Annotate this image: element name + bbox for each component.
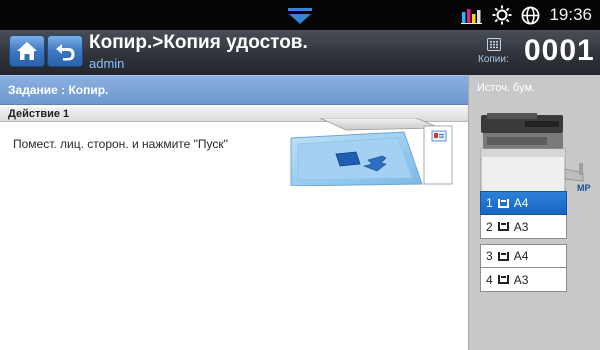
tray-paper-size: A3 bbox=[513, 219, 529, 234]
tray-number: 4 bbox=[486, 272, 493, 287]
paper-source-panel: Источ. бум. MP 1 A4 2 A3 3 A4 4 A3 bbox=[468, 75, 600, 350]
brightness-icon bbox=[492, 5, 512, 25]
copies-label: Копии: bbox=[478, 54, 509, 65]
status-icons: 19:36 bbox=[461, 0, 592, 30]
home-button[interactable] bbox=[9, 35, 45, 67]
tray-option-3[interactable]: 3 A4 bbox=[480, 244, 567, 268]
user-name: admin bbox=[89, 56, 125, 71]
home-icon bbox=[17, 42, 37, 60]
paper-tray-icon bbox=[497, 198, 509, 208]
tray-number: 1 bbox=[486, 196, 493, 210]
tray-paper-size: A3 bbox=[513, 272, 529, 287]
paper-tray-icon bbox=[497, 251, 509, 261]
paper-tray-icon bbox=[497, 222, 509, 231]
tray-list: 1 A4 2 A3 3 A4 4 A3 bbox=[480, 191, 567, 292]
clock: 19:36 bbox=[549, 5, 592, 24]
back-button[interactable] bbox=[47, 35, 83, 67]
mp-tray-label[interactable]: MP bbox=[577, 183, 591, 193]
status-bar: 19:36 bbox=[0, 0, 600, 30]
keypad-icon[interactable] bbox=[487, 38, 501, 51]
tray-option-2[interactable]: 2 A3 bbox=[480, 215, 567, 239]
tray-paper-size: A4 bbox=[513, 196, 529, 210]
back-arrow-icon bbox=[56, 44, 75, 61]
pull-down-handle-icon[interactable] bbox=[287, 7, 313, 25]
copies-count[interactable]: 0001 bbox=[524, 34, 595, 68]
toner-levels-icon bbox=[461, 9, 483, 24]
scanner-glass-illustration bbox=[290, 118, 453, 186]
tray-number: 3 bbox=[486, 249, 493, 263]
paper-source-label: Источ. бум. bbox=[477, 82, 536, 94]
globe-icon bbox=[522, 6, 540, 24]
tray-number: 2 bbox=[486, 219, 493, 234]
instruction-text: Помест. лиц. сторон. и нажмите "Пуск" bbox=[13, 137, 228, 151]
tray-option-1[interactable]: 1 A4 bbox=[480, 191, 567, 215]
tray-paper-size: A4 bbox=[513, 249, 529, 263]
paper-tray-icon bbox=[497, 275, 509, 284]
tray-option-4[interactable]: 4 A3 bbox=[480, 268, 567, 292]
title-bar: Копир.>Копия удостов. admin Копии: 0001 bbox=[0, 30, 600, 75]
job-header: Задание : Копир. bbox=[0, 75, 468, 105]
page-title: Копир.>Копия удостов. bbox=[89, 32, 308, 53]
